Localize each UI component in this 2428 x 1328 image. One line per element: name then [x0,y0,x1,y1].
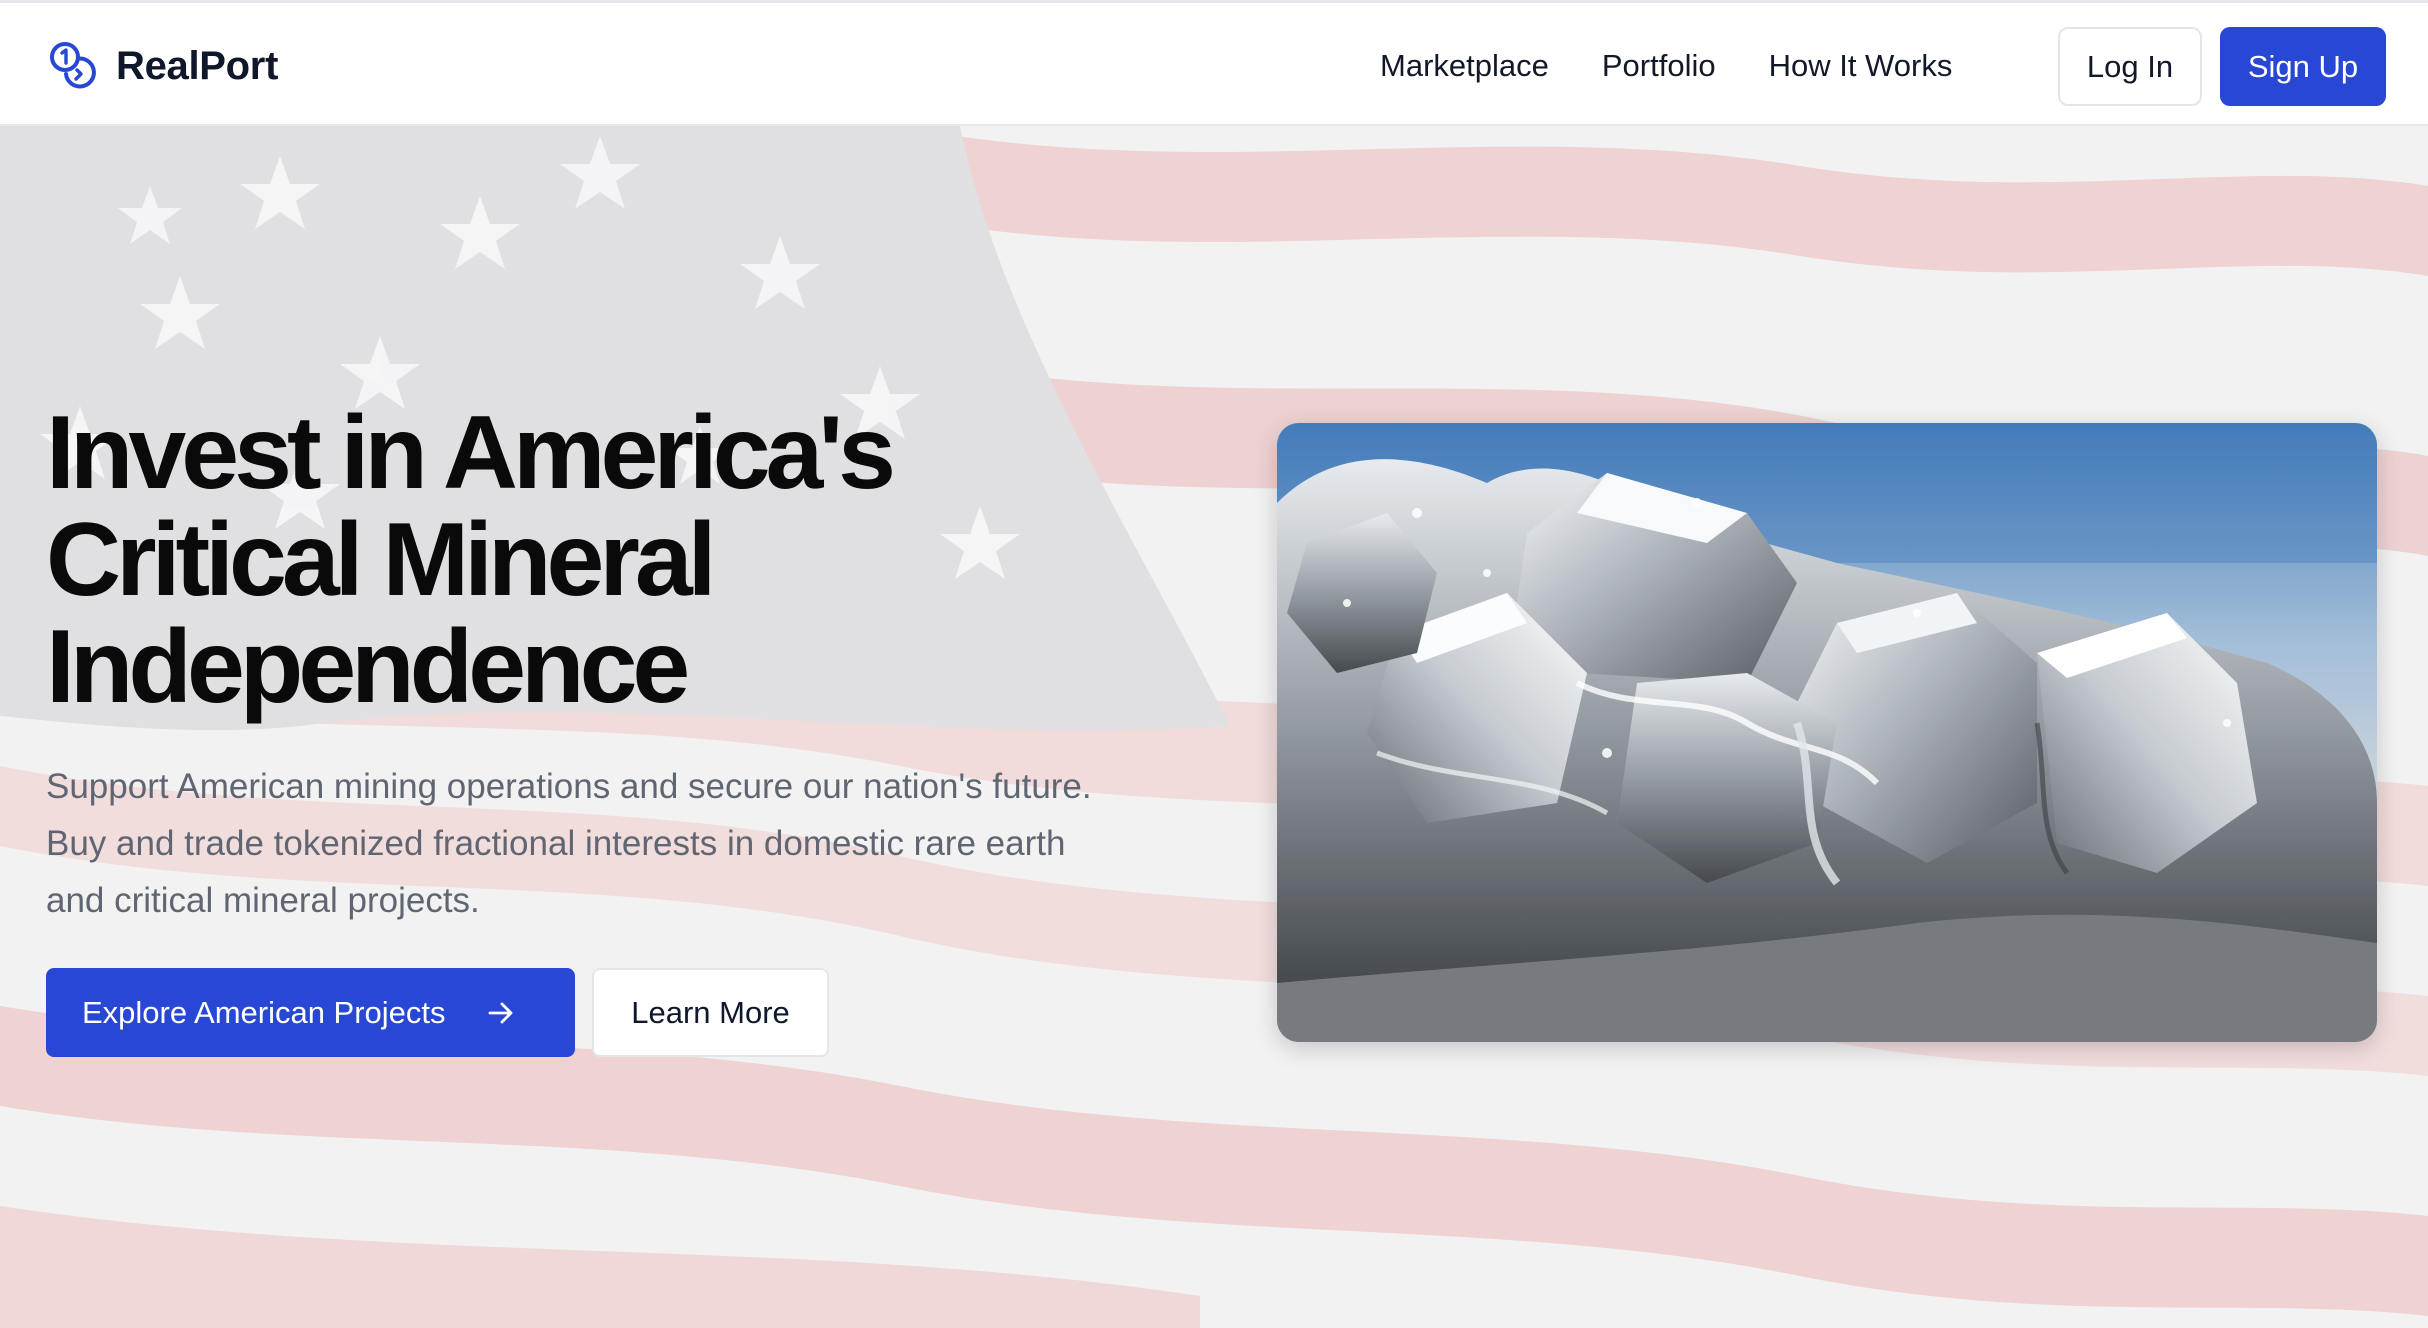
brand[interactable]: RealPort [46,39,278,93]
coins-logo-icon [50,42,96,89]
arrow-right-icon [488,1002,512,1023]
nav-how-it-works[interactable]: How It Works [1769,48,1953,84]
nav-marketplace[interactable]: Marketplace [1380,48,1549,84]
hero-subtitle-line: Support American mining operations and s… [46,767,1092,806]
site-header: RealPort Marketplace Portfolio How It Wo… [0,0,2428,126]
landing-page: RealPort Marketplace Portfolio How It Wo… [0,0,2428,1328]
hero-title-line: Independence [46,609,690,725]
explore-projects-button[interactable]: Explore American Projects [46,968,575,1057]
brand-name: RealPort [116,43,279,88]
hero-subtitle: Support American mining operations and s… [46,758,1196,929]
explore-projects-label: Explore American Projects [82,994,446,1030]
hero-subtitle-line: Buy and trade tokenized fractional inter… [46,824,1066,863]
signup-button[interactable]: Sign Up [2220,27,2386,106]
hero-title: Invest in America's Critical Mineral Ind… [46,400,1196,721]
mineral-feature-image [1277,423,2377,1042]
nav-portfolio[interactable]: Portfolio [1602,48,1716,84]
hero-title-line: Invest in America's [46,395,896,511]
hero-title-line: Critical Mineral [46,502,717,618]
main-nav: Marketplace Portfolio How It Works [1380,3,1952,129]
learn-more-button[interactable]: Learn More [592,968,829,1057]
login-button[interactable]: Log In [2058,27,2202,106]
hero-subtitle-line: and critical mineral projects. [46,881,480,920]
